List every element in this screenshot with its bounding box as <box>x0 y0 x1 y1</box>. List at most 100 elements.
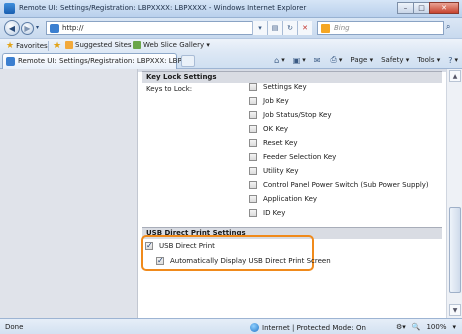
application-key-option[interactable]: Application Key <box>249 193 317 205</box>
id-key-label: ID Key <box>263 209 286 217</box>
mail-button[interactable]: ✉ <box>314 56 323 65</box>
tab-row: Remote UI: Settings/Registration: LBPXXX… <box>0 52 462 69</box>
favorites-button[interactable]: ★ Favorites <box>6 41 48 51</box>
minimize-button[interactable]: – <box>397 2 414 14</box>
favorites-bar: ★ Favorites ★ Suggested Sites ▾ Web Slic… <box>0 38 462 52</box>
tab-label: Remote UI: Settings/Registration: LBPXXX… <box>18 57 194 65</box>
feeder-selection-key-checkbox[interactable] <box>249 153 257 161</box>
search-input[interactable]: Bing <box>317 21 444 35</box>
application-key-label: Application Key <box>263 195 318 203</box>
left-navigation-pane <box>0 69 137 318</box>
ok-key-checkbox[interactable] <box>249 125 257 133</box>
security-zone-label: Internet | Protected Mode: On <box>262 323 366 332</box>
search-icon[interactable]: ⌕ <box>446 22 450 32</box>
stop-icon[interactable]: ✕ <box>297 21 312 35</box>
page-viewport: Key Lock Settings Keys to Lock: Settings… <box>0 69 462 318</box>
utility-key-checkbox[interactable] <box>249 167 257 175</box>
utility-key-option[interactable]: Utility Key <box>249 165 299 177</box>
ie-app-icon <box>4 3 15 14</box>
control-panel-power-switch-checkbox[interactable] <box>249 181 257 189</box>
bing-icon <box>321 24 330 33</box>
status-right-tools: ⚙▾ 🔍 100% ▾ <box>390 323 456 331</box>
feeds-icon: ▣ <box>292 55 301 65</box>
auto-display-usb-screen-option[interactable]: Automatically Display USB Direct Print S… <box>156 255 331 267</box>
history-dropdown-icon[interactable]: ▾ <box>36 24 39 31</box>
usb-direct-print-label: USB Direct Print <box>159 242 215 250</box>
safety-menu[interactable]: Safety ▾ <box>381 56 409 64</box>
help-button[interactable]: ? ▾ <box>448 56 458 65</box>
star-icon: ★ <box>6 41 15 51</box>
web-slice-gallery-link[interactable]: Web Slice Gallery ▾ <box>133 41 210 49</box>
ok-key-option[interactable]: OK Key <box>249 123 288 135</box>
forward-button[interactable]: ▶ <box>21 22 34 35</box>
usb-direct-print-checkbox[interactable] <box>145 241 153 250</box>
print-icon: ⎙ <box>330 55 337 64</box>
tools-menu[interactable]: Tools ▾ <box>417 56 440 64</box>
maximize-button[interactable]: □ <box>413 2 430 14</box>
zoom-dropdown-icon[interactable]: ▾ <box>452 323 456 331</box>
settings-key-label: Settings Key <box>263 83 307 91</box>
id-key-checkbox[interactable] <box>249 209 257 217</box>
feeds-button[interactable]: ▣ ▾ <box>293 56 306 65</box>
control-panel-power-switch-option[interactable]: Control Panel Power Switch (Sub Power Su… <box>249 179 429 191</box>
feeder-selection-key-label: Feeder Selection Key <box>263 153 337 161</box>
reset-key-option[interactable]: Reset Key <box>249 137 297 149</box>
suggested-sites-link[interactable]: Suggested Sites ▾ <box>65 41 137 49</box>
settings-content: Key Lock Settings Keys to Lock: Settings… <box>137 69 447 318</box>
favorites-separator <box>48 41 49 51</box>
close-button[interactable]: ✕ <box>429 2 459 14</box>
zoom-level[interactable]: 100% <box>426 323 446 331</box>
protected-mode-icon[interactable]: ⚙▾ <box>396 323 406 331</box>
suggested-sites-icon <box>65 41 73 49</box>
settings-key-checkbox[interactable] <box>249 83 257 91</box>
web-slice-label: Web Slice Gallery ▾ <box>143 41 210 49</box>
security-zone[interactable]: Internet | Protected Mode: On <box>250 323 366 332</box>
zoom-icon: 🔍 <box>411 323 421 331</box>
vertical-scrollbar[interactable]: ▲ ▼ <box>446 69 462 318</box>
reset-key-label: Reset Key <box>263 139 298 147</box>
tab-remote-ui[interactable]: Remote UI: Settings/Registration: LBPXXX… <box>2 53 193 69</box>
job-key-checkbox[interactable] <box>249 97 257 105</box>
status-text: Done <box>5 323 24 331</box>
address-dropdown-icon[interactable]: ▾ <box>252 21 267 35</box>
address-url[interactable]: http:// <box>62 24 83 32</box>
scroll-thumb[interactable] <box>449 207 461 293</box>
home-icon: ⌂ <box>274 55 280 65</box>
help-icon: ? <box>448 55 453 65</box>
globe-icon <box>250 323 259 332</box>
compatibility-icon[interactable]: ▤ <box>267 21 282 35</box>
web-slice-icon <box>133 41 141 49</box>
job-status-stop-key-label: Job Status/Stop Key <box>263 111 332 119</box>
page-menu[interactable]: Page ▾ <box>350 56 373 64</box>
window-title-bar: Remote UI: Settings/Registration: LBPXXX… <box>0 0 462 18</box>
tab-page-icon <box>6 57 15 66</box>
add-favorite-icon[interactable]: ★ <box>53 41 63 51</box>
back-button[interactable]: ◀ <box>4 20 20 36</box>
reset-key-checkbox[interactable] <box>249 139 257 147</box>
usb-direct-print-option[interactable]: USB Direct Print <box>145 240 215 252</box>
control-panel-power-switch-label: Control Panel Power Switch (Sub Power Su… <box>263 181 429 189</box>
address-bar[interactable]: http:// <box>46 21 270 35</box>
application-key-checkbox[interactable] <box>249 195 257 203</box>
print-button[interactable]: ⎙ ▾ <box>331 55 343 65</box>
job-key-option[interactable]: Job Key <box>249 95 289 107</box>
search-placeholder: Bing <box>334 24 350 32</box>
settings-key-option[interactable]: Settings Key <box>249 81 307 93</box>
job-status-stop-key-option[interactable]: Job Status/Stop Key <box>249 109 332 121</box>
refresh-icon[interactable]: ↻ <box>282 21 297 35</box>
auto-display-usb-screen-checkbox[interactable] <box>156 256 164 265</box>
address-row: ◀ ▶ ▾ http:// ▾ ▤ ↻ ✕ Bing ⌕ <box>0 18 462 38</box>
keys-to-lock-label: Keys to Lock: <box>146 85 193 93</box>
new-tab-button[interactable] <box>181 55 195 67</box>
address-tools: ▾ ▤ ↻ ✕ <box>252 21 312 35</box>
scroll-down-arrow[interactable]: ▼ <box>449 304 461 316</box>
scroll-up-arrow[interactable]: ▲ <box>449 70 461 82</box>
favorites-label: Favorites <box>16 42 48 50</box>
home-button[interactable]: ⌂ ▾ <box>274 56 285 65</box>
feeder-selection-key-option[interactable]: Feeder Selection Key <box>249 151 336 163</box>
page-icon <box>50 24 59 33</box>
job-status-stop-key-checkbox[interactable] <box>249 111 257 119</box>
id-key-option[interactable]: ID Key <box>249 207 285 219</box>
ok-key-label: OK Key <box>263 125 289 133</box>
job-key-label: Job Key <box>263 97 289 105</box>
